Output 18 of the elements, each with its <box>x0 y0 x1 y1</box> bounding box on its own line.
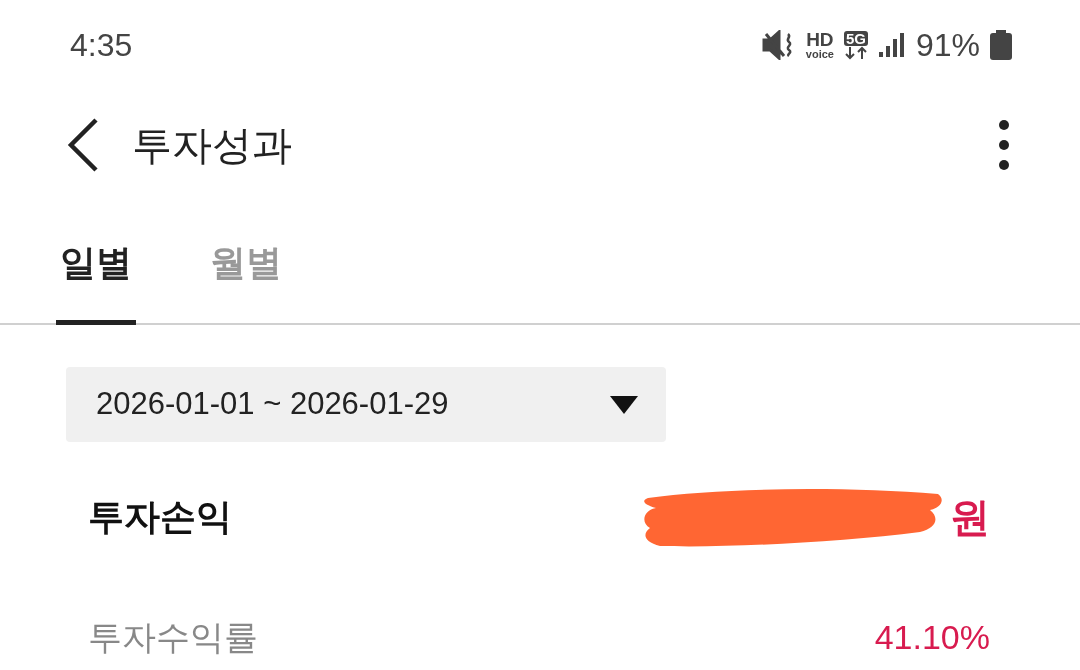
period-dropdown[interactable]: 2026-01-01 ~ 2026-01-29 <box>66 367 666 442</box>
page-title: 투자성과 <box>132 122 292 169</box>
network-badge: 5G <box>843 30 868 46</box>
voice-label: voice <box>805 49 834 60</box>
signal-icon <box>877 32 906 58</box>
back-button[interactable] <box>66 117 100 173</box>
tab[interactable]: 일별 <box>56 236 136 325</box>
hd-label: HD <box>806 30 834 49</box>
summary-label: 투자수익률 <box>88 616 258 658</box>
dropdown-caret-icon <box>610 395 638 414</box>
summary-value: 41.10% <box>874 616 990 658</box>
battery-percent: 91% <box>915 26 980 65</box>
data-arrows-icon <box>843 45 868 60</box>
status-time: 4:35 <box>70 26 133 65</box>
summary-value: 원 <box>950 494 990 541</box>
more-menu-button[interactable] <box>998 119 1010 171</box>
battery-icon <box>990 30 1012 60</box>
summary-label: 투자손익 <box>88 495 232 539</box>
